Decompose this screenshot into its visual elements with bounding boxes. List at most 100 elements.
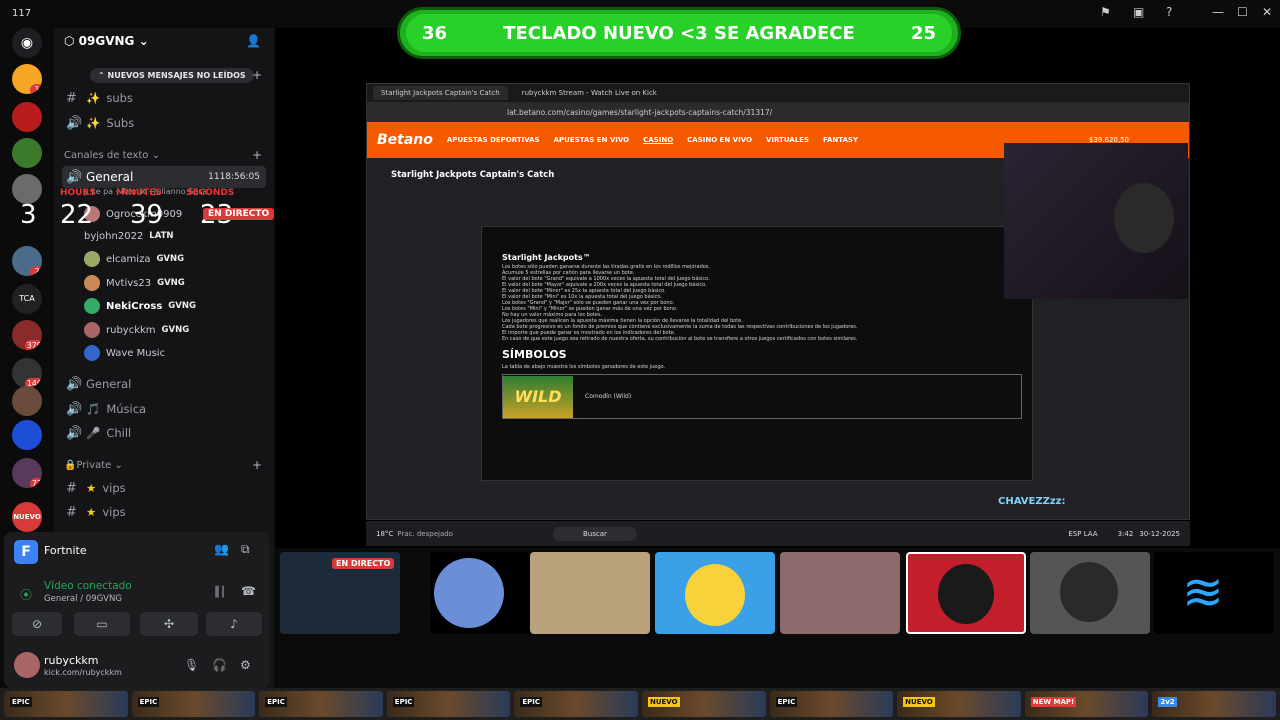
- server-icon[interactable]: [12, 420, 42, 450]
- voice-user[interactable]: elcamiza GVNG: [84, 249, 184, 269]
- screen-share-icon[interactable]: ⧉: [241, 542, 250, 557]
- taskbar-search[interactable]: Buscar: [552, 526, 637, 541]
- help-icon[interactable]: ?: [1166, 5, 1172, 19]
- nav-link[interactable]: VIRTUALES: [766, 136, 809, 144]
- browser-tab[interactable]: Starlight Jackpots Captain's Catch: [373, 86, 508, 100]
- thumbnail[interactable]: NUEVO: [897, 691, 1021, 717]
- disconnect-icon[interactable]: ☎: [241, 584, 256, 598]
- thumbnail[interactable]: NEW MAP!: [1024, 691, 1149, 717]
- new-messages-pill[interactable]: ⌃ NUEVOS MENSAJES NO LEÍDOS: [90, 68, 254, 83]
- participant-tiles: EN DIRECTO ≋: [280, 552, 1280, 636]
- server-icon[interactable]: [12, 102, 42, 132]
- discord-home-icon[interactable]: ◉: [12, 28, 42, 58]
- banner-text: TECLADO NUEVO <3 SE AGRADECE: [503, 22, 855, 44]
- voice-channel[interactable]: General / 09GVNG: [44, 594, 122, 604]
- activity-name[interactable]: Fortnite: [44, 544, 87, 557]
- participant-tile[interactable]: [1030, 552, 1150, 634]
- activities-button[interactable]: ✣: [140, 612, 198, 636]
- guild-name[interactable]: ⬡ 09GVNG ⌄: [64, 34, 149, 48]
- channel-general-voice[interactable]: 🔊 General 1118:56:05: [62, 166, 266, 188]
- server-icon[interactable]: 146: [12, 358, 42, 388]
- thumbnail[interactable]: EPIC: [386, 691, 511, 717]
- inbox-icon[interactable]: ⚑: [1100, 5, 1111, 19]
- chevron-down-icon: ⌄: [138, 34, 149, 48]
- category-private[interactable]: 🔒Private ⌄: [64, 460, 123, 471]
- betano-logo[interactable]: Betano: [377, 132, 433, 148]
- minimize-icon[interactable]: —: [1212, 5, 1224, 19]
- nav-link[interactable]: CASINO EN VIVO: [687, 136, 752, 144]
- soundboard-button[interactable]: ♪: [206, 612, 262, 636]
- server-icon[interactable]: 1: [12, 64, 42, 94]
- nav-link[interactable]: CASINO: [643, 136, 673, 144]
- bottom-thumbnail-strip: EPIC EPIC EPIC EPIC EPIC NUEVO EPIC NUEV…: [0, 688, 1280, 720]
- nav-link[interactable]: APUESTAS EN VIVO: [554, 136, 630, 144]
- channel-voice-general1[interactable]: 🔊 General: [62, 373, 266, 395]
- close-icon[interactable]: ✕: [1262, 5, 1272, 19]
- voice-timer: 1118:56:05: [208, 172, 260, 182]
- participant-tile[interactable]: [655, 552, 775, 634]
- voice-status[interactable]: Vídeo conectado: [44, 580, 132, 592]
- participant-tile[interactable]: [906, 552, 1026, 634]
- windows-taskbar: 18°C Prac. despejado Buscar ESP LAA 3:42…: [366, 521, 1190, 546]
- guild-icon: ⬡: [64, 34, 79, 48]
- stream-tile[interactable]: EN DIRECTO: [280, 552, 400, 634]
- voice-user[interactable]: rubyckkm GVNG: [84, 320, 189, 340]
- voice-user[interactable]: NekiCross GVNG: [84, 296, 196, 316]
- browser-tab[interactable]: rubyckkm Stream - Watch Live on Kick: [514, 86, 665, 100]
- server-icon[interactable]: [12, 138, 42, 168]
- signal-icon: ⦿: [20, 588, 33, 602]
- channel-voice-chill[interactable]: 🔊 🎤 Chill: [62, 422, 266, 444]
- thumbnail[interactable]: EPIC: [131, 691, 256, 717]
- nav-link[interactable]: APUESTAS DEPORTIVAS: [447, 136, 540, 144]
- voice-user[interactable]: Mvtivs23 GVNG: [84, 273, 185, 293]
- live-badge: EN DIRECTO: [203, 208, 275, 220]
- user-subtext: kick.com/rubyckkm: [44, 668, 122, 677]
- thumbnail[interactable]: EPIC: [514, 691, 638, 717]
- server-icon[interactable]: TCA: [12, 284, 42, 314]
- thumbnail[interactable]: 2v2: [1152, 691, 1276, 717]
- add-channel-icon[interactable]: +: [252, 68, 262, 82]
- participant-tile[interactable]: [530, 552, 650, 634]
- url-bar[interactable]: lat.betano.com/casino/games/starlight-ja…: [367, 102, 1189, 122]
- channel-voice-musica[interactable]: 🔊 🎵 Música: [62, 398, 266, 420]
- thumbnail[interactable]: EPIC: [4, 691, 128, 717]
- thumbnail[interactable]: EPIC: [259, 691, 383, 717]
- category-text-channels[interactable]: Canales de texto ⌄: [64, 150, 160, 161]
- server-icon[interactable]: 379: [12, 320, 42, 350]
- hours-value: 22: [60, 200, 94, 230]
- voice-user[interactable]: Wave Music: [84, 343, 165, 363]
- channel-vips[interactable]: # ★ vips: [62, 501, 266, 523]
- hash-icon: #: [66, 480, 77, 496]
- headphones-icon[interactable]: 🎧: [212, 658, 227, 672]
- channel-subs[interactable]: # ✨ subs: [62, 87, 266, 109]
- add-channel-icon[interactable]: +: [252, 458, 262, 472]
- participant-tile[interactable]: [780, 552, 900, 634]
- hash-icon: #: [66, 90, 77, 106]
- server-icon[interactable]: 2: [12, 246, 42, 276]
- channel-voice-subs[interactable]: 🔊 ✨ Subs: [62, 112, 266, 134]
- server-icon[interactable]: NUEVO: [12, 502, 42, 532]
- channel-vips[interactable]: # ★ vips: [62, 477, 266, 499]
- share-screen-button[interactable]: ▭: [74, 612, 130, 636]
- discord-window: 117 ⚑ ▣ ? — ☐ ✕ ◉ 1 2 TCA 379 146 72 NUE…: [0, 0, 1280, 720]
- server-icon[interactable]: 72: [12, 458, 42, 488]
- thumbnail[interactable]: NUEVO: [641, 691, 766, 717]
- banner-right-number: 25: [910, 22, 936, 44]
- gear-icon[interactable]: ⚙: [240, 658, 251, 672]
- add-channel-icon[interactable]: +: [252, 148, 262, 162]
- invite-icon[interactable]: 👥: [214, 542, 229, 556]
- maximize-icon[interactable]: ☐: [1237, 5, 1248, 19]
- camera-off-button[interactable]: ⊘: [12, 612, 62, 636]
- noise-suppression-icon[interactable]: ∥∣: [214, 584, 226, 598]
- add-user-icon[interactable]: 👤: [246, 34, 261, 48]
- microphone-icon[interactable]: 🎙: [184, 658, 199, 672]
- nav-link[interactable]: FANTASY: [823, 136, 858, 144]
- thumbnail[interactable]: EPIC: [769, 691, 894, 717]
- participant-tile[interactable]: ≋: [1154, 552, 1274, 634]
- avatar[interactable]: [14, 652, 40, 678]
- paytable-overlay: Starlight Jackpots™ Los botes sólo puede…: [481, 226, 1033, 481]
- fortnite-icon: F: [14, 540, 38, 564]
- screen-icon[interactable]: ▣: [1133, 5, 1144, 19]
- server-icon[interactable]: [12, 386, 42, 416]
- username[interactable]: rubyckkm: [44, 654, 99, 667]
